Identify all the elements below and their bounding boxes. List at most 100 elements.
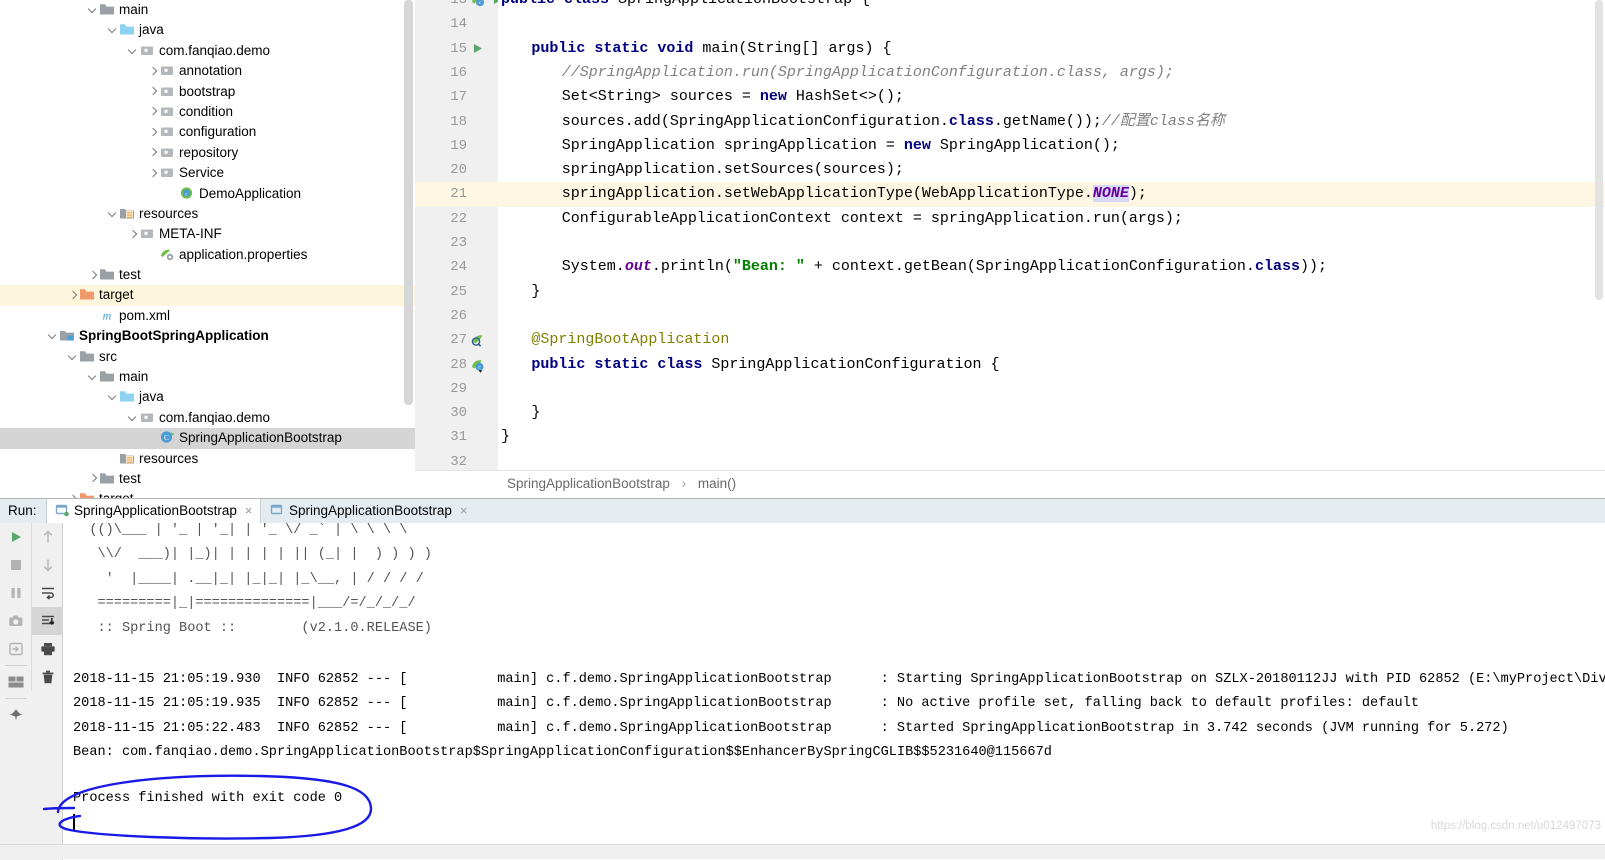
tree-row[interactable]: C SpringApplicationBootstrap	[0, 428, 415, 449]
clear-all-button[interactable]	[32, 663, 63, 691]
print-button[interactable]	[32, 635, 63, 663]
tree-twisty-expanded[interactable]	[68, 347, 79, 367]
code-line[interactable]: 25}	[415, 280, 1605, 304]
tree-row[interactable]: SpringBootSpringApplication	[0, 326, 415, 346]
code-text[interactable]: public static void main(String[] args) {	[531, 37, 891, 61]
scrollbar-thumb[interactable]	[404, 0, 413, 405]
tree-twisty-expanded[interactable]	[108, 387, 119, 407]
code-line[interactable]: 17 Set<String> sources = new HashSet<>();	[415, 85, 1605, 109]
code-line[interactable]: 29	[415, 377, 1605, 401]
down-stacktrace-button[interactable]	[32, 551, 63, 579]
up-stacktrace-button[interactable]	[32, 523, 63, 551]
tree-row[interactable]: Service	[0, 163, 415, 183]
tree-twisty-expanded[interactable]	[128, 41, 139, 61]
code-text[interactable]: sources.add(SpringApplicationConfigurati…	[562, 110, 1225, 134]
project-tool-window[interactable]: main java com.fanqiao.demo annotation bootst…	[0, 0, 416, 500]
tree-row[interactable]: m pom.xml	[0, 306, 415, 326]
rerun-button[interactable]	[0, 523, 31, 551]
code-text[interactable]: ConfigurableApplicationContext context =…	[562, 207, 1183, 231]
breadcrumb[interactable]: SpringApplicationBootstrap › main()	[507, 476, 736, 491]
tree-row[interactable]: main	[0, 0, 415, 20]
close-icon[interactable]: ×	[460, 503, 468, 518]
breadcrumb-class[interactable]: SpringApplicationBootstrap	[507, 476, 670, 491]
tree-row[interactable]: resources	[0, 204, 415, 224]
code-text[interactable]: springApplication.setWebApplicationType(…	[562, 182, 1147, 206]
run-tab[interactable]: SpringApplicationBootstrap ×	[262, 499, 475, 523]
scroll-to-end-button[interactable]	[32, 607, 63, 635]
tree-row[interactable]: configuration	[0, 122, 415, 142]
dump-threads-button[interactable]	[0, 607, 31, 635]
tree-row[interactable]: repository	[0, 143, 415, 163]
pin-tab-button[interactable]	[0, 701, 31, 729]
code-line[interactable]: 28 public static class SpringApplicationC…	[415, 353, 1605, 377]
tree-row[interactable]: bootstrap	[0, 82, 415, 102]
tree-row[interactable]: src	[0, 347, 415, 367]
tree-twisty-collapsed[interactable]	[148, 61, 159, 81]
code-text[interactable]: }	[531, 280, 540, 304]
tree-row[interactable]: resources	[0, 449, 415, 469]
code-text[interactable]: }	[531, 401, 540, 425]
tree-twisty-collapsed[interactable]	[148, 122, 159, 142]
code-line[interactable]: 23	[415, 231, 1605, 255]
code-line[interactable]: 18 sources.add(SpringApplicationConfigura…	[415, 110, 1605, 134]
code-text[interactable]: public static class SpringApplicationCon…	[531, 353, 999, 377]
code-line[interactable]: 31}	[415, 425, 1605, 449]
resume-button[interactable]	[0, 635, 31, 663]
code-line[interactable]: 13 public class SpringApplicationBootstra…	[415, 0, 1605, 12]
code-line[interactable]: 14	[415, 12, 1605, 36]
tree-twisty-expanded[interactable]	[48, 326, 59, 346]
tree-row[interactable]: application.properties	[0, 245, 415, 265]
close-icon[interactable]: ×	[245, 503, 253, 518]
code-line[interactable]: 16 //SpringApplication.run(SpringApplicat…	[415, 61, 1605, 85]
tree-row[interactable]: c DemoApplication	[0, 184, 415, 204]
tree-twisty-collapsed[interactable]	[148, 143, 159, 163]
tree-twisty-collapsed[interactable]	[128, 224, 139, 244]
code-line[interactable]: 19 SpringApplication springApplication = …	[415, 134, 1605, 158]
code-line[interactable]: 21 springApplication.setWebApplicationTyp…	[415, 182, 1605, 207]
code-text[interactable]: Set<String> sources = new HashSet<>();	[562, 85, 904, 109]
code-line[interactable]: 24 System.out.println("Bean: " + context.…	[415, 255, 1605, 279]
code-line[interactable]: 32	[415, 450, 1605, 470]
tree-twisty-expanded[interactable]	[108, 20, 119, 40]
tree-twisty-collapsed[interactable]	[88, 469, 99, 489]
code-line[interactable]: 20 springApplication.setSources(sources);	[415, 158, 1605, 182]
tree-row[interactable]: com.fanqiao.demo	[0, 408, 415, 428]
code-line[interactable]: 27 @SpringBootApplication	[415, 328, 1605, 352]
code-line[interactable]: 26	[415, 304, 1605, 328]
code-text[interactable]: public class SpringApplicationBootstrap …	[501, 0, 870, 12]
code-text[interactable]: SpringApplication springApplication = ne…	[562, 134, 1120, 158]
tree-twisty-collapsed[interactable]	[148, 102, 159, 122]
stop-button[interactable]	[0, 551, 31, 579]
tree-row[interactable]: condition	[0, 102, 415, 122]
tree-row[interactable]: annotation	[0, 61, 415, 81]
pause-button[interactable]	[0, 579, 31, 607]
tree-row[interactable]: main	[0, 367, 415, 387]
tree-twisty-expanded[interactable]	[88, 0, 99, 20]
code-line[interactable]: 30}	[415, 401, 1605, 425]
code-line[interactable]: 22 ConfigurableApplicationContext context…	[415, 207, 1605, 231]
tree-twisty-collapsed[interactable]	[88, 265, 99, 285]
tree-row[interactable]: test	[0, 469, 415, 489]
tree-row[interactable]: java	[0, 20, 415, 40]
layout-button[interactable]	[0, 668, 31, 696]
editor-scrollbar[interactable]	[1594, 0, 1604, 470]
run-tab[interactable]: SpringApplicationBootstrap ×	[46, 499, 262, 523]
breadcrumb-method[interactable]: main()	[698, 476, 736, 491]
code-editor[interactable]: cc 13public class SpringApplicationBoots…	[415, 0, 1605, 470]
tree-twisty-expanded[interactable]	[108, 204, 119, 224]
code-text[interactable]: }	[501, 425, 510, 449]
run-toolbar[interactable]	[0, 523, 63, 860]
tree-twisty-collapsed[interactable]	[68, 285, 79, 305]
tree-row[interactable]: java	[0, 387, 415, 407]
tree-twisty-expanded[interactable]	[128, 408, 139, 428]
tree-twisty-expanded[interactable]	[88, 367, 99, 387]
tree-twisty-collapsed[interactable]	[148, 82, 159, 102]
code-text[interactable]: @SpringBootApplication	[531, 328, 729, 352]
code-line[interactable]: 15 public static void main(String[] args)…	[415, 37, 1605, 61]
console-output[interactable]: (()\___ | '_ | '_| | '_ \/ _` | \ \ \ \ …	[63, 523, 1605, 860]
code-text[interactable]: //SpringApplication.run(SpringApplicatio…	[562, 61, 1174, 85]
code-text[interactable]: springApplication.setSources(sources);	[562, 158, 904, 182]
tree-row[interactable]: com.fanqiao.demo	[0, 41, 415, 61]
tree-row[interactable]: test	[0, 265, 415, 285]
code-text[interactable]: System.out.println("Bean: " + context.ge…	[562, 255, 1327, 279]
